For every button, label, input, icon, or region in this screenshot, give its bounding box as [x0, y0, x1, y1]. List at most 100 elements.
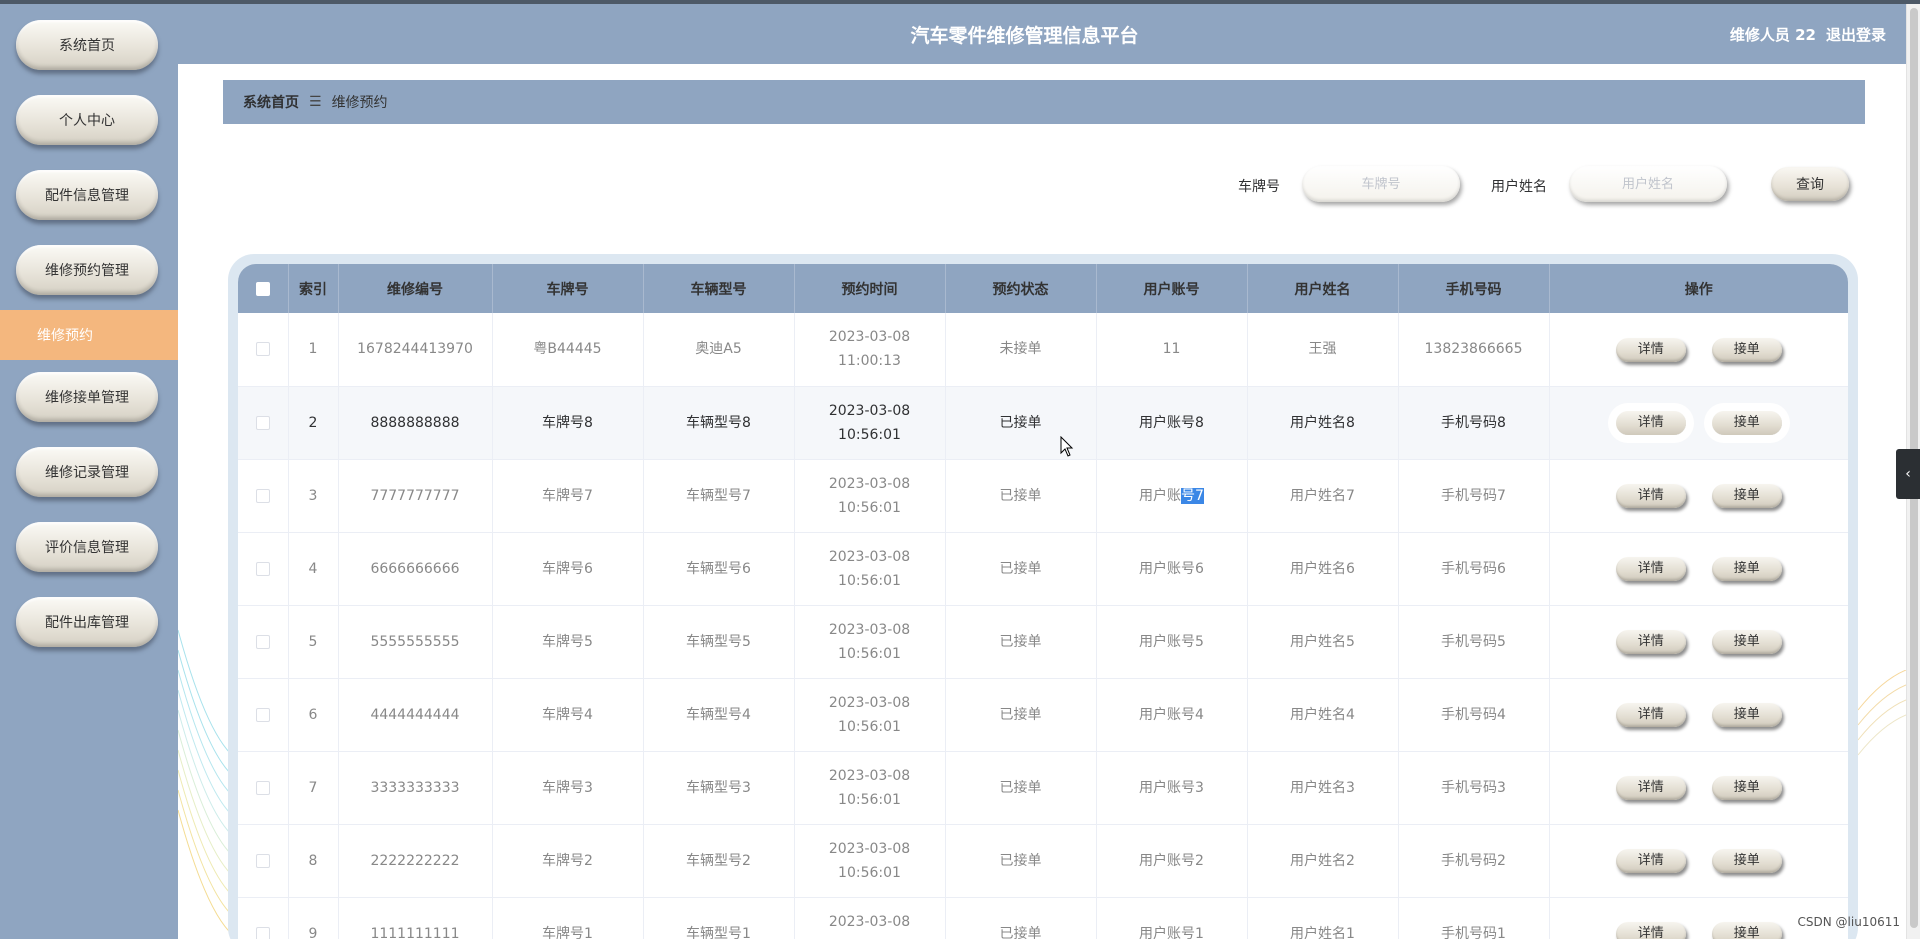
- accept-button[interactable]: 接单: [1711, 630, 1782, 654]
- sidebar-item-repair-orders[interactable]: 维修接单管理: [16, 372, 158, 422]
- plate-search-input[interactable]: [1302, 166, 1460, 202]
- cell-phone: 手机号码1: [1398, 897, 1550, 939]
- column-header: 用户姓名: [1247, 264, 1399, 313]
- cell-account: 用户账号6: [1096, 532, 1248, 606]
- row-checkbox[interactable]: [255, 342, 270, 357]
- cell-name: 用户姓名5: [1247, 605, 1399, 679]
- detail-button[interactable]: 详情: [1615, 849, 1686, 873]
- table-row[interactable]: 6 4444444444 车牌号4 车辆型号4 2023-03-08 10:56:01 已…: [238, 678, 1848, 752]
- cell-plate: 车牌号7: [492, 459, 644, 533]
- detail-button[interactable]: 详情: [1615, 922, 1686, 939]
- table-row[interactable]: 2 8888888888 车牌号8 车辆型号8 2023-03-08 10:56:01 已…: [238, 386, 1848, 460]
- plate-search-label: 车牌号: [1238, 179, 1280, 195]
- column-header: 操作: [1684, 281, 1713, 298]
- cell-index: 1: [288, 313, 339, 387]
- sidebar: 系统首页 个人中心 配件信息管理 维修预约管理 维修预约 维修接单管理 维修记录…: [0, 4, 178, 939]
- row-select-cell: [238, 897, 289, 939]
- cell-phone: 手机号码8: [1398, 386, 1550, 460]
- row-select-cell: [238, 678, 289, 752]
- row-select-cell: [238, 532, 289, 606]
- cell-model: 车辆型号6: [643, 532, 795, 606]
- cell-plate: 车牌号4: [492, 678, 644, 752]
- cell-status: 已接单: [945, 605, 1097, 679]
- detail-button[interactable]: 详情: [1615, 557, 1686, 581]
- detail-button[interactable]: 详情: [1615, 411, 1686, 435]
- name-search-label: 用户姓名: [1491, 179, 1547, 195]
- breadcrumb-separator-icon: ☰: [309, 94, 322, 110]
- cell-time: 2023-03-08 10:56:01: [794, 459, 946, 533]
- user-area: 维修人员 22 退出登录: [1730, 4, 1886, 64]
- cell-phone: 手机号码3: [1398, 751, 1550, 825]
- cell-actions: 详情 接单: [1549, 824, 1848, 898]
- row-checkbox[interactable]: [255, 488, 270, 503]
- table-row[interactable]: 5 5555555555 车牌号5 车辆型号5 2023-03-08 10:56:01 已…: [238, 605, 1848, 679]
- row-checkbox[interactable]: [255, 561, 270, 576]
- row-checkbox[interactable]: [255, 926, 270, 939]
- logout-link[interactable]: 退出登录: [1826, 24, 1886, 45]
- collapse-handle-icon[interactable]: ‹: [1896, 449, 1920, 499]
- row-checkbox[interactable]: [255, 707, 270, 722]
- table-header-row: 索引 维修编号 车牌号 车辆型号 预约时间 预约状态 用户账号 用户姓名 手机号…: [238, 264, 1848, 313]
- sidebar-item-parts-outbound[interactable]: 配件出库管理: [16, 597, 158, 647]
- cell-model: 车辆型号1: [643, 897, 795, 939]
- cell-model: 车辆型号3: [643, 751, 795, 825]
- accept-button[interactable]: 接单: [1711, 337, 1782, 362]
- detail-button[interactable]: 详情: [1615, 484, 1686, 508]
- cell-status: 已接单: [945, 824, 1097, 898]
- detail-button[interactable]: 详情: [1615, 337, 1686, 362]
- cell-time: 2023-03-08 10:56:01: [794, 386, 946, 460]
- accept-button[interactable]: 接单: [1711, 849, 1782, 873]
- accept-button[interactable]: 接单: [1711, 411, 1782, 435]
- query-button[interactable]: 查询: [1771, 167, 1849, 201]
- column-header: 维修编号: [338, 264, 493, 313]
- detail-button[interactable]: 详情: [1615, 776, 1686, 800]
- top-header: 汽车零件维修管理信息平台 维修人员 22 退出登录: [178, 4, 1910, 64]
- sidebar-item-repair-appointment-mgmt[interactable]: 维修预约管理: [16, 245, 158, 295]
- row-checkbox[interactable]: [255, 634, 270, 649]
- cell-plate: 车牌号3: [492, 751, 644, 825]
- row-checkbox[interactable]: [255, 853, 270, 868]
- table-row[interactable]: 8 2222222222 车牌号2 车辆型号2 2023-03-08 10:56:01 已…: [238, 824, 1848, 898]
- table-row[interactable]: 1 1678244413970 粤B44445 奥迪A5 2023-03-08 11:0…: [238, 313, 1848, 387]
- cell-account: 11: [1096, 313, 1248, 387]
- cell-plate: 车牌号5: [492, 605, 644, 679]
- cell-time: 2023-03-08 10:56:01: [794, 605, 946, 679]
- sidebar-item-home[interactable]: 系统首页: [16, 20, 158, 70]
- accept-button[interactable]: 接单: [1711, 484, 1782, 508]
- cell-actions: 详情 接单: [1549, 532, 1848, 606]
- sidebar-item-repair-records[interactable]: 维修记录管理: [16, 447, 158, 497]
- sidebar-item-reviews[interactable]: 评价信息管理: [16, 522, 158, 572]
- accept-button[interactable]: 接单: [1711, 922, 1782, 939]
- cell-name: 用户姓名8: [1247, 386, 1399, 460]
- cell-status: 已接单: [945, 897, 1097, 939]
- cell-status: 未接单: [945, 313, 1097, 387]
- cell-index: 4: [288, 532, 339, 606]
- select-all-checkbox[interactable]: [255, 281, 270, 296]
- cell-index: 2: [288, 386, 339, 460]
- sidebar-item-parts-info[interactable]: 配件信息管理: [16, 170, 158, 220]
- detail-button[interactable]: 详情: [1615, 630, 1686, 654]
- sidebar-item-repair-appointment[interactable]: 维修预约: [0, 310, 178, 360]
- cell-index: 6: [288, 678, 339, 752]
- detail-button[interactable]: 详情: [1615, 703, 1686, 727]
- table-row[interactable]: 3 7777777777 车牌号7 车辆型号7 2023-03-08 10:56:01 已…: [238, 459, 1848, 533]
- name-search-input[interactable]: [1569, 166, 1727, 202]
- current-user: 维修人员 22: [1729, 25, 1816, 44]
- accept-button[interactable]: 接单: [1711, 776, 1782, 800]
- table-row[interactable]: 4 6666666666 车牌号6 车辆型号6 2023-03-08 10:56:01 已…: [238, 532, 1848, 606]
- select-all-header: [238, 264, 289, 313]
- cell-repair-no: 8888888888: [338, 386, 493, 460]
- breadcrumb-home[interactable]: 系统首页: [243, 92, 299, 112]
- table-row[interactable]: 7 3333333333 车牌号3 车辆型号3 2023-03-08 10:56:01 已…: [238, 751, 1848, 825]
- cell-model: 车辆型号8: [643, 386, 795, 460]
- row-checkbox[interactable]: [255, 780, 270, 795]
- accept-button[interactable]: 接单: [1711, 703, 1782, 727]
- cell-actions: 详情 接单: [1549, 678, 1848, 752]
- cell-phone: 手机号码2: [1398, 824, 1550, 898]
- row-checkbox[interactable]: [255, 415, 270, 430]
- table-row[interactable]: 91111111111车牌号1车辆型号12023-03-08 10:56:01已…: [238, 897, 1848, 939]
- cell-actions: 详情 接单: [1549, 751, 1848, 825]
- sidebar-item-personal-center[interactable]: 个人中心: [16, 95, 158, 145]
- accept-button[interactable]: 接单: [1711, 557, 1782, 581]
- cell-account: 用户账号8: [1096, 386, 1248, 460]
